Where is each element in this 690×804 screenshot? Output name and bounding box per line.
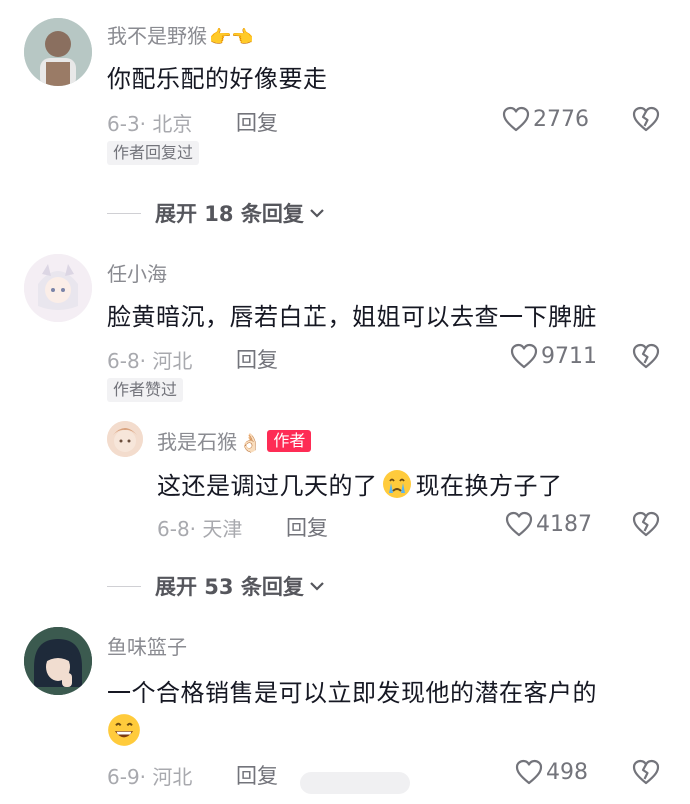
username-text: 我是石猴 xyxy=(157,430,237,454)
expand-replies-button[interactable]: 展开 53 条回复 xyxy=(107,571,326,601)
username-text: 我不是野猴 xyxy=(107,24,207,48)
avatar[interactable] xyxy=(24,18,92,86)
username-emoji: 👌🏻 xyxy=(239,433,262,454)
author-badge: 作者 xyxy=(267,430,312,452)
author-liked-tag: 作者赞过 xyxy=(107,378,184,402)
like-button[interactable]: 4187 xyxy=(505,511,592,537)
reply-button[interactable]: 回复 xyxy=(236,760,278,790)
author-replied-tag: 作者回复过 xyxy=(107,141,200,165)
divider xyxy=(107,212,141,214)
expand-replies-button[interactable]: 展开 18 条回复 xyxy=(107,198,326,228)
chevron-down-icon xyxy=(310,209,324,218)
like-count: 2776 xyxy=(533,106,589,132)
username[interactable]: 鱼味篮子 xyxy=(107,631,187,660)
comment-meta: 6-3· 北京 xyxy=(107,112,193,136)
reply-button[interactable]: 回复 xyxy=(236,107,278,137)
heart-icon xyxy=(505,511,533,537)
avatar[interactable] xyxy=(24,254,92,322)
like-button[interactable]: 9711 xyxy=(510,343,597,369)
reply-meta: 6-8· 天津 xyxy=(157,517,243,541)
broken-heart-icon[interactable] xyxy=(632,343,660,369)
like-count: 4187 xyxy=(536,511,592,537)
like-count: 498 xyxy=(546,759,588,785)
comment-text[interactable]: 脸黄暗沉，唇若白芷，姐姐可以去查一下脾脏 xyxy=(107,297,597,332)
heart-icon xyxy=(502,106,530,132)
reply-button[interactable]: 回复 xyxy=(236,344,278,374)
grinning-emoji-icon xyxy=(108,714,140,746)
like-count: 9711 xyxy=(541,343,597,369)
reply-text-part-1: 这还是调过几天的了 xyxy=(157,472,378,500)
reply-button[interactable]: 回复 xyxy=(286,512,328,542)
comment-text[interactable]: 你配乐配的好像要走 xyxy=(107,59,328,94)
avatar[interactable] xyxy=(24,627,92,695)
like-button[interactable]: 2776 xyxy=(502,106,589,132)
username[interactable]: 我不是野猴 👉👈 xyxy=(107,20,254,49)
username[interactable]: 我是石猴 👌🏻 作者 xyxy=(157,426,312,455)
username[interactable]: 任小海 xyxy=(107,258,167,287)
expand-label: 展开 53 条回复 xyxy=(155,575,304,599)
comment-text[interactable]: 一个合格销售是可以立即发现他的潜在客户的 xyxy=(107,673,597,708)
like-button[interactable]: 498 xyxy=(515,759,588,785)
username-emoji: 👉👈 xyxy=(209,27,254,48)
expand-label: 展开 18 条回复 xyxy=(155,202,304,226)
broken-heart-icon[interactable] xyxy=(632,759,660,785)
comment-meta: 6-9· 河北 xyxy=(107,765,193,789)
reply-text[interactable]: 这还是调过几天的了 现在换方子了 xyxy=(157,466,563,501)
broken-heart-icon[interactable] xyxy=(632,511,660,537)
comment-meta: 6-8· 河北 xyxy=(107,349,193,373)
heart-icon xyxy=(515,759,543,785)
crying-emoji-icon xyxy=(382,470,411,498)
avatar[interactable] xyxy=(107,421,143,457)
heart-icon xyxy=(510,343,538,369)
chevron-down-icon xyxy=(310,582,324,591)
reply-text-part-2: 现在换方子了 xyxy=(415,472,563,500)
watermark xyxy=(300,772,410,794)
broken-heart-icon[interactable] xyxy=(632,106,660,132)
divider xyxy=(107,585,141,587)
